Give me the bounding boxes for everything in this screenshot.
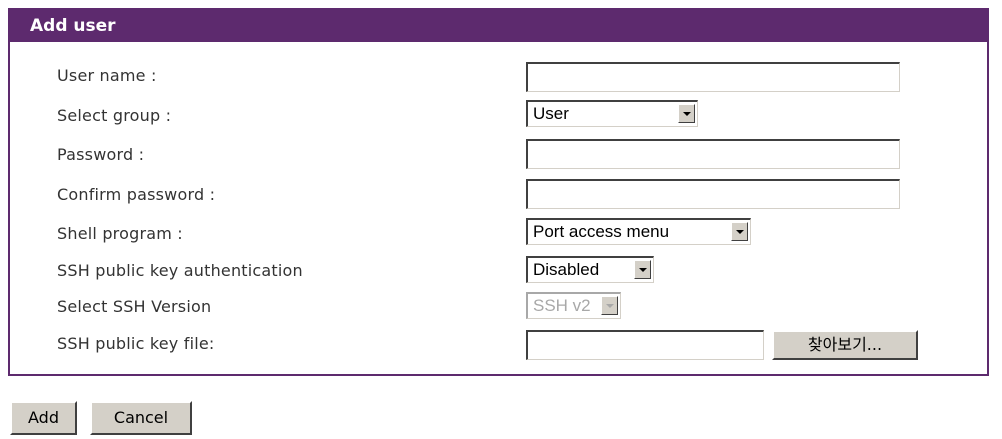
chevron-down-icon[interactable] (678, 104, 695, 123)
confirm-password-label: Confirm password : (57, 185, 216, 204)
ssh-auth-value: Disabled (533, 260, 600, 279)
select-group-value: User (533, 104, 569, 123)
shell-program-label: Shell program : (57, 224, 183, 243)
cancel-button[interactable]: Cancel (90, 401, 192, 435)
ssh-auth-label: SSH public key authentication (57, 261, 303, 280)
ssh-auth-dropdown[interactable]: Disabled (526, 256, 654, 283)
add-user-panel: Add user User name : Select group : User… (8, 8, 989, 376)
browse-button[interactable]: 찾아보기... (772, 330, 918, 360)
select-group-dropdown[interactable]: User (526, 100, 698, 127)
ssh-version-label: Select SSH Version (57, 297, 212, 316)
user-name-input[interactable] (526, 62, 900, 92)
chevron-down-icon[interactable] (634, 260, 651, 279)
shell-program-value: Port access menu (533, 222, 670, 241)
select-group-label: Select group : (57, 106, 172, 125)
ssh-key-file-label: SSH public key file: (57, 334, 215, 353)
shell-program-dropdown[interactable]: Port access menu (526, 218, 751, 245)
user-name-label: User name : (57, 66, 157, 85)
add-button[interactable]: Add (10, 401, 77, 435)
password-input[interactable] (526, 139, 900, 169)
chevron-down-icon (601, 296, 618, 315)
panel-title: Add user (10, 10, 987, 42)
confirm-password-input[interactable] (526, 179, 900, 209)
chevron-down-icon[interactable] (731, 222, 748, 241)
ssh-version-dropdown: SSH v2 (526, 292, 621, 319)
password-label: Password : (57, 145, 145, 164)
ssh-key-file-input[interactable] (526, 330, 764, 360)
ssh-version-value: SSH v2 (533, 296, 591, 315)
